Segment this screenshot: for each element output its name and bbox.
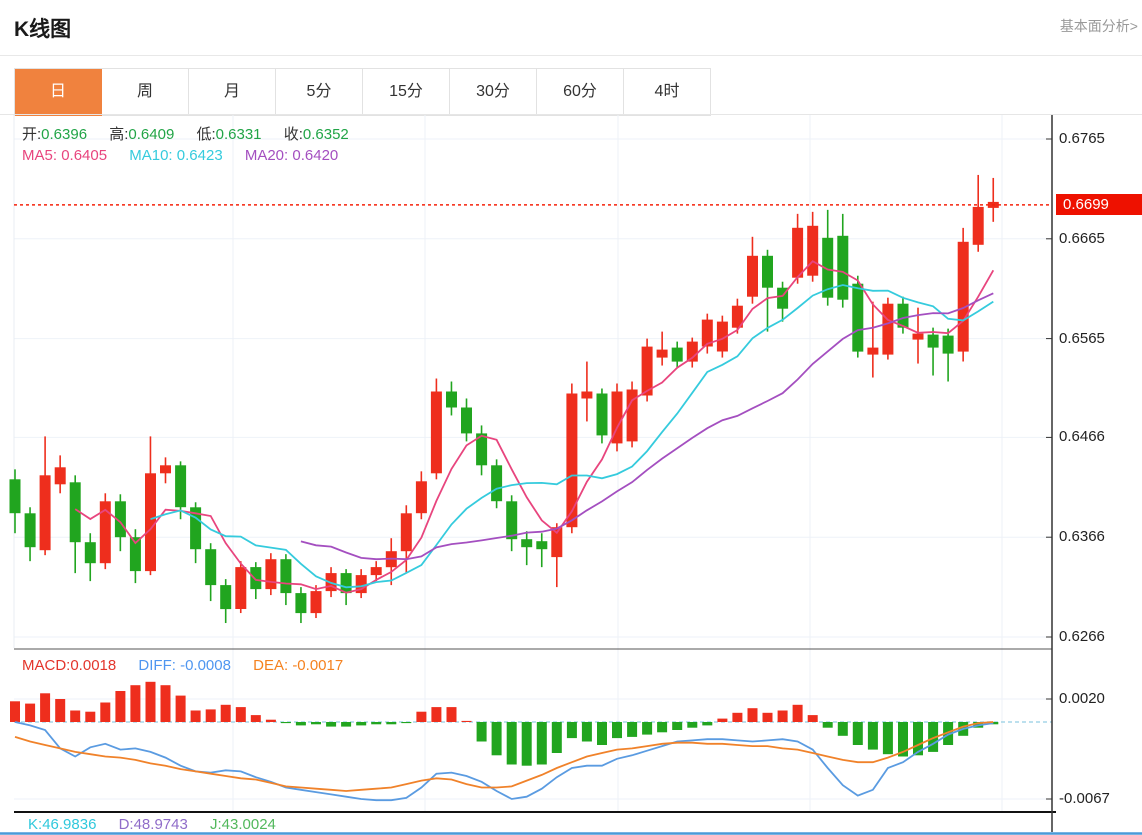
diff-value: -0.0008: [180, 657, 231, 674]
price-axis-label: 0.6266: [1059, 628, 1105, 645]
open-label: 开:: [22, 126, 42, 143]
j-label: J:: [210, 816, 222, 833]
high-label: 高:: [109, 126, 129, 143]
price-axis-label: 0.6565: [1059, 329, 1105, 347]
diff-label: DIFF:: [138, 657, 176, 674]
candles-layer: [9, 174, 999, 624]
current-price-badge: 0.6699: [1056, 194, 1142, 215]
macd-axis-label: 0.0020: [1059, 690, 1105, 707]
macd-axis-label: -0.0067: [1059, 790, 1110, 807]
dea-label: DEA:: [253, 657, 289, 674]
ma20-value: 0.6420: [292, 147, 339, 164]
close-value: 0.6352: [302, 126, 349, 143]
ma20-label: MA20:: [244, 147, 289, 164]
kdj-legend: K:46.9836 D:48.9743 J:43.0024: [28, 816, 294, 833]
ma-legend: MA5: 0.6405 MA10: 0.6423 MA20: 0.6420: [22, 147, 356, 164]
price-axis-label: 0.6366: [1059, 528, 1105, 546]
macd-value: 0.0018: [70, 657, 117, 674]
dea-value: -0.0017: [292, 657, 344, 674]
ma10-value: 0.6423: [176, 147, 223, 164]
low-label: 低:: [196, 126, 216, 143]
open-value: 0.6396: [41, 126, 88, 143]
close-label: 收:: [283, 126, 303, 143]
macd-legend: MACD:0.0018 DIFF: -0.0008 DEA: -0.0017: [22, 657, 361, 674]
price-axis-label: 0.6765: [1059, 130, 1105, 147]
ma5-value: 0.6405: [61, 147, 108, 164]
ma10-label: MA10:: [129, 147, 173, 164]
low-value: 0.6331: [215, 126, 262, 143]
d-label: D:: [118, 816, 134, 833]
macd-layer: [10, 681, 1052, 802]
k-value: 46.9836: [42, 816, 97, 833]
k-label: K:: [28, 816, 43, 833]
ma5-label: MA5:: [22, 147, 58, 164]
price-axis-label: 0.6665: [1059, 229, 1105, 247]
high-value: 0.6409: [128, 126, 175, 143]
d-value: 48.9743: [133, 816, 188, 833]
macd-label: MACD:: [22, 657, 71, 674]
price-axis-label: 0.6466: [1059, 428, 1105, 446]
ohlc-legend: 开:0.6396 高:0.6409 低:0.6331 收:0.6352: [22, 123, 367, 144]
kline-widget: K线图 基本面分析> 日 周 月 5分 15分 30分 60分 4时 开:0.6…: [0, 0, 1142, 835]
j-value: 43.0024: [221, 816, 276, 833]
